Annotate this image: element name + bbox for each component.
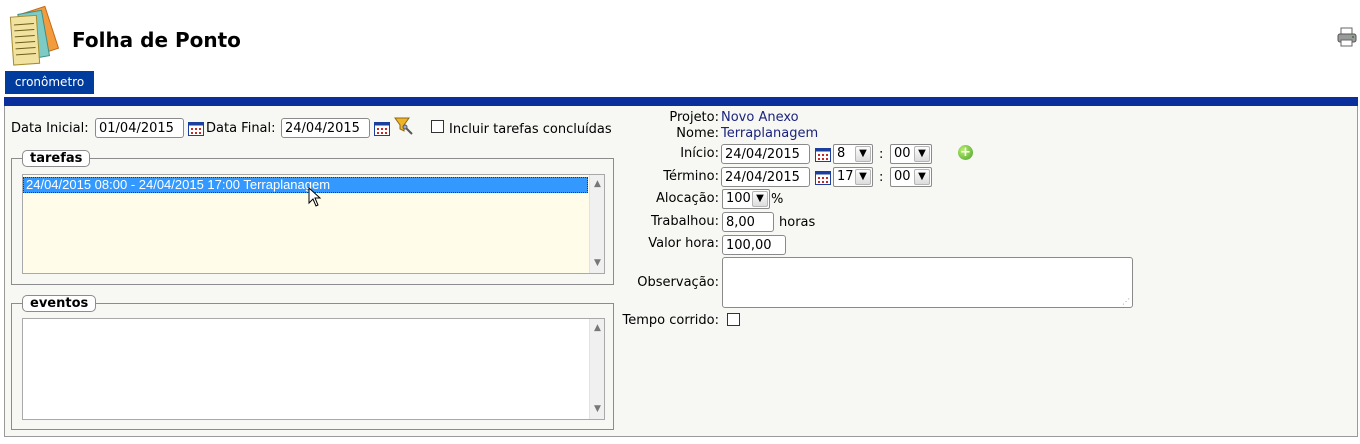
resize-grip-icon[interactable]: ⋰ [1122, 297, 1130, 306]
data-inicial-input[interactable] [95, 118, 184, 138]
eventos-listbox[interactable]: ▲ ▼ [22, 318, 605, 420]
calendar-icon[interactable] [815, 171, 831, 185]
tab-cronometro[interactable]: cronômetro [5, 71, 94, 94]
data-final-input[interactable] [281, 118, 370, 138]
inicio-minute-value: 00 [894, 146, 911, 161]
calendar-icon[interactable] [188, 122, 204, 136]
inicio-date-input[interactable] [721, 144, 810, 164]
eventos-legend: eventos [22, 295, 97, 312]
alocacao-value: 100 [726, 191, 751, 206]
alocacao-select[interactable]: 100 ▼ [722, 189, 770, 209]
time-separator: : [879, 147, 884, 162]
chevron-down-icon: ▼ [752, 191, 768, 207]
termino-label: Término: [663, 169, 719, 184]
data-final-label: Data Final: [206, 121, 276, 136]
header-divider-bar [4, 97, 1358, 106]
termino-date-input[interactable] [721, 167, 810, 187]
tempo-corrido-checkbox[interactable] [727, 313, 740, 326]
list-item[interactable]: 24/04/2015 08:00 - 24/04/2015 17:00 Terr… [23, 177, 588, 193]
mouse-cursor-icon [308, 186, 322, 207]
valor-hora-label: Valor hora: [648, 236, 719, 251]
scroll-up-icon[interactable]: ▲ [590, 177, 604, 192]
tempo-corrido-label: Tempo corrido: [622, 313, 720, 328]
incluir-concluidas-checkbox[interactable] [431, 120, 444, 133]
termino-hour-value: 17 [837, 169, 854, 184]
inicio-hour-select[interactable]: 8 ▼ [833, 144, 873, 164]
nome-label: Nome: [676, 126, 719, 141]
scroll-down-icon[interactable]: ▼ [590, 402, 604, 417]
chevron-down-icon: ▼ [855, 169, 871, 185]
add-circle-icon[interactable]: + [958, 145, 973, 160]
observacao-label: Observação: [637, 275, 719, 290]
trabalhou-input[interactable] [722, 212, 774, 232]
alocacao-label: Alocação: [655, 191, 719, 206]
nome-value: Terraplanagem [721, 126, 819, 141]
chevron-down-icon: ▼ [914, 169, 930, 185]
filter-funnel-icon[interactable] [394, 116, 414, 136]
tarefas-legend: tarefas [22, 150, 91, 167]
inicio-label: Início: [680, 146, 719, 161]
observacao-textarea[interactable]: ⋰ [722, 257, 1133, 308]
termino-minute-select[interactable]: 00 ▼ [890, 167, 932, 187]
timesheet-cards-icon [4, 4, 72, 70]
chevron-down-icon: ▼ [914, 146, 930, 162]
eventos-scrollbar[interactable]: ▲ ▼ [589, 319, 604, 419]
printer-icon[interactable] [1336, 26, 1358, 48]
tarefas-scrollbar[interactable]: ▲ ▼ [589, 175, 604, 273]
page-title: Folha de Ponto [72, 28, 241, 52]
scroll-down-icon[interactable]: ▼ [590, 256, 604, 271]
termino-hour-select[interactable]: 17 ▼ [833, 167, 873, 187]
data-inicial-label: Data Inicial: [11, 121, 89, 136]
projeto-label: Projeto: [669, 110, 719, 125]
calendar-icon[interactable] [374, 122, 390, 136]
inicio-minute-select[interactable]: 00 ▼ [890, 144, 932, 164]
inicio-hour-value: 8 [837, 146, 846, 161]
scroll-up-icon[interactable]: ▲ [590, 321, 604, 336]
chevron-down-icon: ▼ [855, 146, 871, 162]
valor-hora-input[interactable] [722, 235, 786, 255]
time-separator: : [879, 170, 884, 185]
termino-minute-value: 00 [894, 169, 911, 184]
trabalhou-unit: horas [779, 215, 816, 230]
alocacao-unit: % [771, 192, 784, 207]
calendar-icon[interactable] [815, 148, 831, 162]
projeto-value: Novo Anexo [721, 110, 799, 125]
trabalhou-label: Trabalhou: [651, 214, 719, 229]
incluir-concluidas-label: Incluir tarefas concluídas [449, 122, 612, 137]
